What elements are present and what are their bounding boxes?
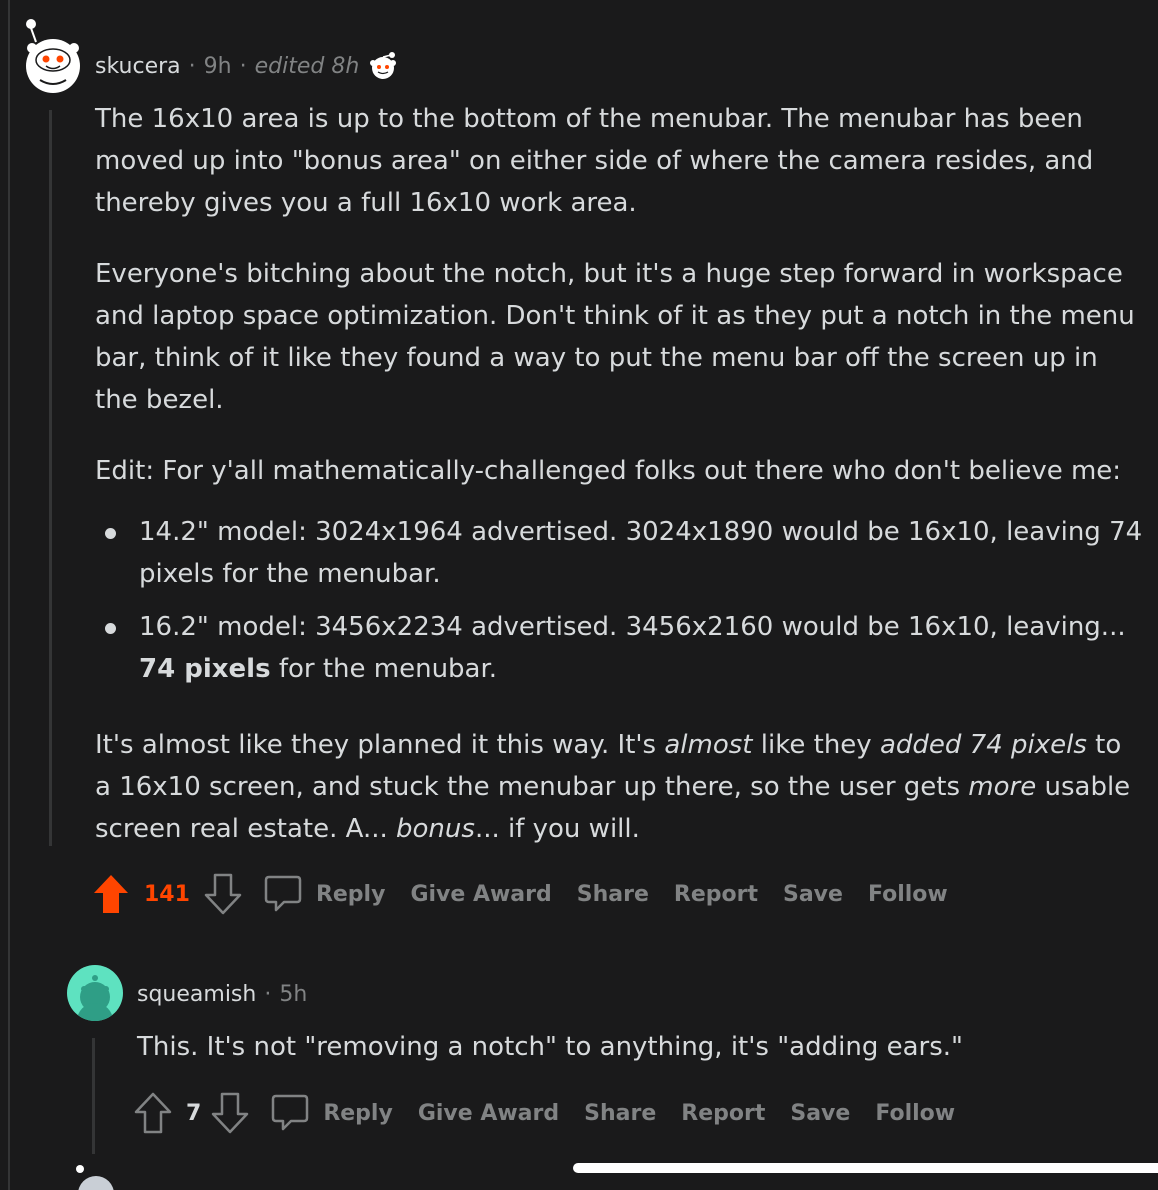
- reply-age[interactable]: 5h: [279, 982, 307, 1007]
- meta-separator: ·: [264, 981, 272, 1007]
- comment-list: 14.2" model: 3024x1964 advertised. 3024x…: [95, 511, 1145, 690]
- comment-thread-line[interactable]: [49, 110, 52, 846]
- reply-button[interactable]: Reply: [316, 882, 386, 907]
- give-award-button[interactable]: Give Award: [410, 882, 551, 907]
- home-indicator-bar[interactable]: [573, 1163, 1158, 1173]
- list-item-text: 16.2" model: 3456x2234 advertised. 3456x…: [139, 612, 1126, 642]
- text-run: like they: [752, 730, 880, 760]
- text-run: ... if you will.: [474, 814, 640, 844]
- comment-body: The 16x10 area is up to the bottom of th…: [95, 98, 1145, 850]
- award-snoo-icon[interactable]: [367, 50, 399, 82]
- downvote-arrow-icon[interactable]: [211, 1092, 249, 1134]
- reply-paragraph: This. It's not "removing a notch" to any…: [137, 1032, 963, 1062]
- comment-age[interactable]: 9h: [204, 54, 232, 79]
- comment-bubble-icon[interactable]: [271, 1093, 309, 1133]
- save-button[interactable]: Save: [783, 882, 843, 907]
- next-comment-avatar-icon[interactable]: [74, 1164, 118, 1190]
- italic-text: almost: [664, 730, 753, 760]
- comment-author[interactable]: skucera: [95, 54, 181, 79]
- vote-score: 141: [144, 881, 190, 907]
- italic-text: more: [968, 772, 1037, 802]
- save-button[interactable]: Save: [790, 1101, 850, 1126]
- parent-thread-line[interactable]: [8, 0, 10, 1190]
- bullet-dot: [105, 528, 116, 539]
- comment-paragraph: Edit: For y'all mathematically-challenge…: [95, 456, 1122, 486]
- list-item: 16.2" model: 3456x2234 advertised. 3456x…: [95, 606, 1145, 690]
- reply-thread-line[interactable]: [92, 1038, 95, 1154]
- bold-text: 74 pixels: [139, 654, 271, 684]
- text-run: It's almost like they planned it this wa…: [95, 730, 665, 760]
- comment-paragraph: It's almost like they planned it this wa…: [95, 724, 1145, 850]
- reply-author[interactable]: squeamish: [137, 982, 256, 1007]
- share-button[interactable]: Share: [584, 1101, 656, 1126]
- comment-edited: edited 8h: [254, 53, 360, 79]
- comment-actions: 141 Reply Give Award Share Report Save F…: [92, 872, 973, 916]
- comment-meta: skucera · 9h · edited 8h: [95, 50, 399, 82]
- follow-button[interactable]: Follow: [868, 882, 948, 907]
- italic-text: added 74 pixels: [879, 730, 1087, 760]
- upvote-arrow-icon[interactable]: [134, 1092, 172, 1134]
- report-button[interactable]: Report: [681, 1101, 765, 1126]
- list-item-text: for the menubar.: [270, 654, 498, 684]
- upvote-arrow-icon[interactable]: [92, 873, 130, 915]
- meta-separator: ·: [239, 53, 247, 79]
- reply-actions: 7 Reply Give Award Share Report Save Fol…: [134, 1091, 980, 1135]
- downvote-arrow-icon[interactable]: [204, 873, 242, 915]
- follow-button[interactable]: Follow: [875, 1101, 955, 1126]
- meta-separator: ·: [188, 53, 196, 79]
- give-award-button[interactable]: Give Award: [418, 1101, 559, 1126]
- comment-paragraph: Everyone's bitching about the notch, but…: [95, 259, 1135, 415]
- snoo-avatar-icon[interactable]: [22, 18, 84, 94]
- list-item: 14.2" model: 3024x1964 advertised. 3024x…: [95, 511, 1145, 595]
- reply-body: This. It's not "removing a notch" to any…: [137, 1026, 1137, 1068]
- bullet-dot: [105, 623, 116, 634]
- comment-bubble-icon[interactable]: [264, 874, 302, 914]
- list-item-text: 14.2" model: 3024x1964 advertised. 3024x…: [139, 517, 1143, 589]
- vote-score: 7: [186, 1100, 202, 1126]
- share-button[interactable]: Share: [577, 882, 649, 907]
- reply-button[interactable]: Reply: [323, 1101, 393, 1126]
- reply-meta: squeamish · 5h: [137, 978, 307, 1010]
- comment-paragraph: The 16x10 area is up to the bottom of th…: [95, 104, 1094, 218]
- user-avatar-icon[interactable]: [67, 965, 123, 1021]
- italic-text: bonus: [396, 814, 475, 844]
- report-button[interactable]: Report: [674, 882, 758, 907]
